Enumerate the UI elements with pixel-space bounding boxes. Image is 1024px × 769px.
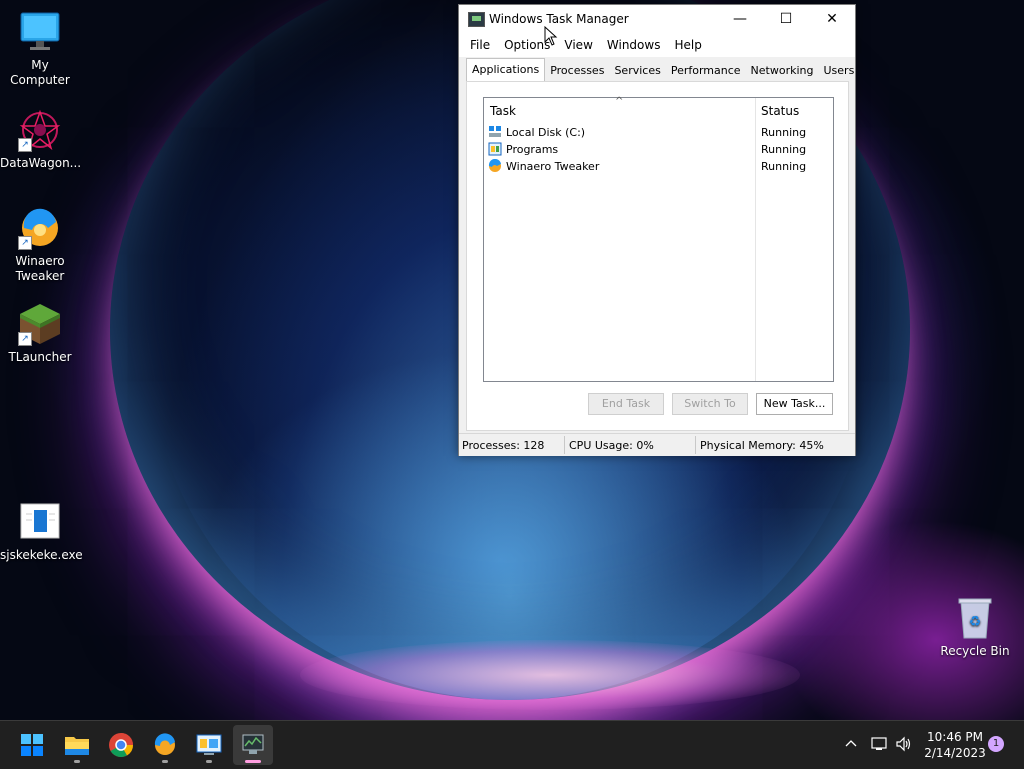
column-header-status[interactable]: Status xyxy=(761,104,799,118)
winaero-icon: ↗ xyxy=(18,206,62,250)
tab-services[interactable]: Services xyxy=(609,60,665,82)
system-clock[interactable]: 10:46 PM 2/14/2023 xyxy=(920,729,990,761)
clock-date: 2/14/2023 xyxy=(924,746,986,760)
task-status: Running xyxy=(761,143,807,156)
start-icon xyxy=(21,734,43,756)
table-row[interactable]: Local Disk (C:) Running xyxy=(488,124,828,141)
running-indicator xyxy=(74,760,80,763)
programs-icon xyxy=(488,142,502,156)
new-task-button[interactable]: New Task... xyxy=(756,393,833,415)
tab-networking[interactable]: Networking xyxy=(746,60,819,82)
desktop-icon-recycle-bin[interactable]: ♻ Recycle Bin xyxy=(935,596,1015,659)
volume-icon[interactable] xyxy=(895,735,913,756)
task-list-header: ^ Task Status xyxy=(484,96,833,123)
winaero-icon xyxy=(154,733,175,755)
taskbar-chrome[interactable] xyxy=(101,725,141,765)
status-bar: Processes: 128 CPU Usage: 0% Physical Me… xyxy=(459,433,855,456)
table-row[interactable]: Winaero Tweaker Running xyxy=(488,158,828,175)
chrome-icon xyxy=(109,733,133,758)
close-button[interactable]: ✕ xyxy=(809,5,855,33)
winaero-icon xyxy=(488,158,502,173)
grass-block-icon: ↗ xyxy=(18,302,62,346)
start-button[interactable] xyxy=(12,725,52,765)
maximize-button[interactable]: ☐ xyxy=(763,5,809,33)
file-explorer-icon xyxy=(65,737,89,755)
menu-bar: File Options View Windows Help xyxy=(459,33,855,57)
tab-processes[interactable]: Processes xyxy=(545,60,609,82)
task-manager-icon xyxy=(468,12,485,27)
desktop-icon-label: DataWagon... xyxy=(0,156,82,170)
task-name: Local Disk (C:) xyxy=(506,126,586,139)
notification-badge[interactable]: 1 xyxy=(988,736,1004,752)
menu-windows[interactable]: Windows xyxy=(600,38,668,52)
taskbar-control-panel[interactable] xyxy=(189,725,229,765)
network-icon[interactable] xyxy=(870,735,888,756)
task-status: Running xyxy=(761,160,807,173)
task-name: Winaero Tweaker xyxy=(506,160,600,173)
shortcut-arrow-icon: ↗ xyxy=(18,236,32,250)
exe-icon xyxy=(18,500,62,544)
shortcut-arrow-icon: ↗ xyxy=(18,332,32,346)
desktop-icon-label: Recycle Bin xyxy=(940,644,1010,658)
drive-icon xyxy=(488,125,502,139)
desktop-icon-label: Winaero Tweaker xyxy=(15,254,65,283)
task-name: Programs xyxy=(506,143,559,156)
taskbar-file-explorer[interactable] xyxy=(57,725,97,765)
desktop-icon-label: TLauncher xyxy=(8,350,72,364)
running-indicator xyxy=(162,760,168,763)
applications-panel: ^ Task Status Local Disk (C:) Running Pr… xyxy=(466,81,849,431)
switch-to-button[interactable]: Switch To xyxy=(672,393,748,415)
status-divider xyxy=(695,436,696,454)
desktop-icon-winaero-tweaker[interactable]: ↗ Winaero Tweaker xyxy=(0,206,80,284)
clock-time: 10:46 PM xyxy=(927,730,983,744)
tab-users[interactable]: Users xyxy=(819,60,860,82)
menu-help[interactable]: Help xyxy=(667,38,708,52)
desktop-icon-tlauncher[interactable]: ↗ TLauncher xyxy=(0,302,80,365)
status-processes: Processes: 128 xyxy=(462,439,545,452)
minimize-button[interactable]: — xyxy=(717,5,763,33)
title-bar[interactable]: Windows Task Manager — ☐ ✕ xyxy=(459,5,855,33)
desktop-icon-label: sjskekeke.exe xyxy=(0,548,83,562)
chevron-up-icon[interactable] xyxy=(843,735,859,754)
running-indicator xyxy=(245,760,261,763)
recycle-bin-icon: ♻ xyxy=(953,596,997,640)
monitor-icon xyxy=(18,10,62,54)
running-indicator xyxy=(206,760,212,763)
shortcut-arrow-icon: ↗ xyxy=(18,138,32,152)
svg-text:♻: ♻ xyxy=(969,614,982,630)
tab-strip: Applications Processes Services Performa… xyxy=(466,58,860,84)
datawagon-icon: ↗ xyxy=(18,108,62,152)
status-divider xyxy=(564,436,565,454)
status-memory: Physical Memory: 45% xyxy=(700,439,824,452)
menu-file[interactable]: File xyxy=(463,38,497,52)
sort-ascending-icon: ^ xyxy=(615,96,624,107)
tab-performance[interactable]: Performance xyxy=(666,60,746,82)
window-title: Windows Task Manager xyxy=(489,12,629,26)
desktop-icon-datawagon[interactable]: ↗ DataWagon... xyxy=(0,108,82,171)
menu-view[interactable]: View xyxy=(557,38,599,52)
desktop-icon-my-computer[interactable]: My Computer xyxy=(0,10,80,88)
end-task-button[interactable]: End Task xyxy=(588,393,664,415)
task-manager-window[interactable]: Windows Task Manager — ☐ ✕ File Options … xyxy=(458,4,856,456)
table-row[interactable]: Programs Running xyxy=(488,141,828,158)
taskbar-winaero[interactable] xyxy=(145,725,185,765)
desktop-icon-label: My Computer xyxy=(10,58,70,87)
status-cpu: CPU Usage: 0% xyxy=(569,439,654,452)
task-manager-icon xyxy=(242,734,264,754)
desktop-icon-sjskekeke[interactable]: sjskekeke.exe xyxy=(0,500,83,563)
taskbar-task-manager[interactable] xyxy=(233,725,273,765)
control-panel-icon xyxy=(196,734,222,755)
task-list[interactable]: ^ Task Status Local Disk (C:) Running Pr… xyxy=(483,96,834,382)
task-status: Running xyxy=(761,126,807,139)
column-header-task[interactable]: Task xyxy=(490,104,516,118)
taskbar: 10:46 PM 2/14/2023 xyxy=(0,720,1024,769)
wallpaper-glow xyxy=(300,640,800,710)
